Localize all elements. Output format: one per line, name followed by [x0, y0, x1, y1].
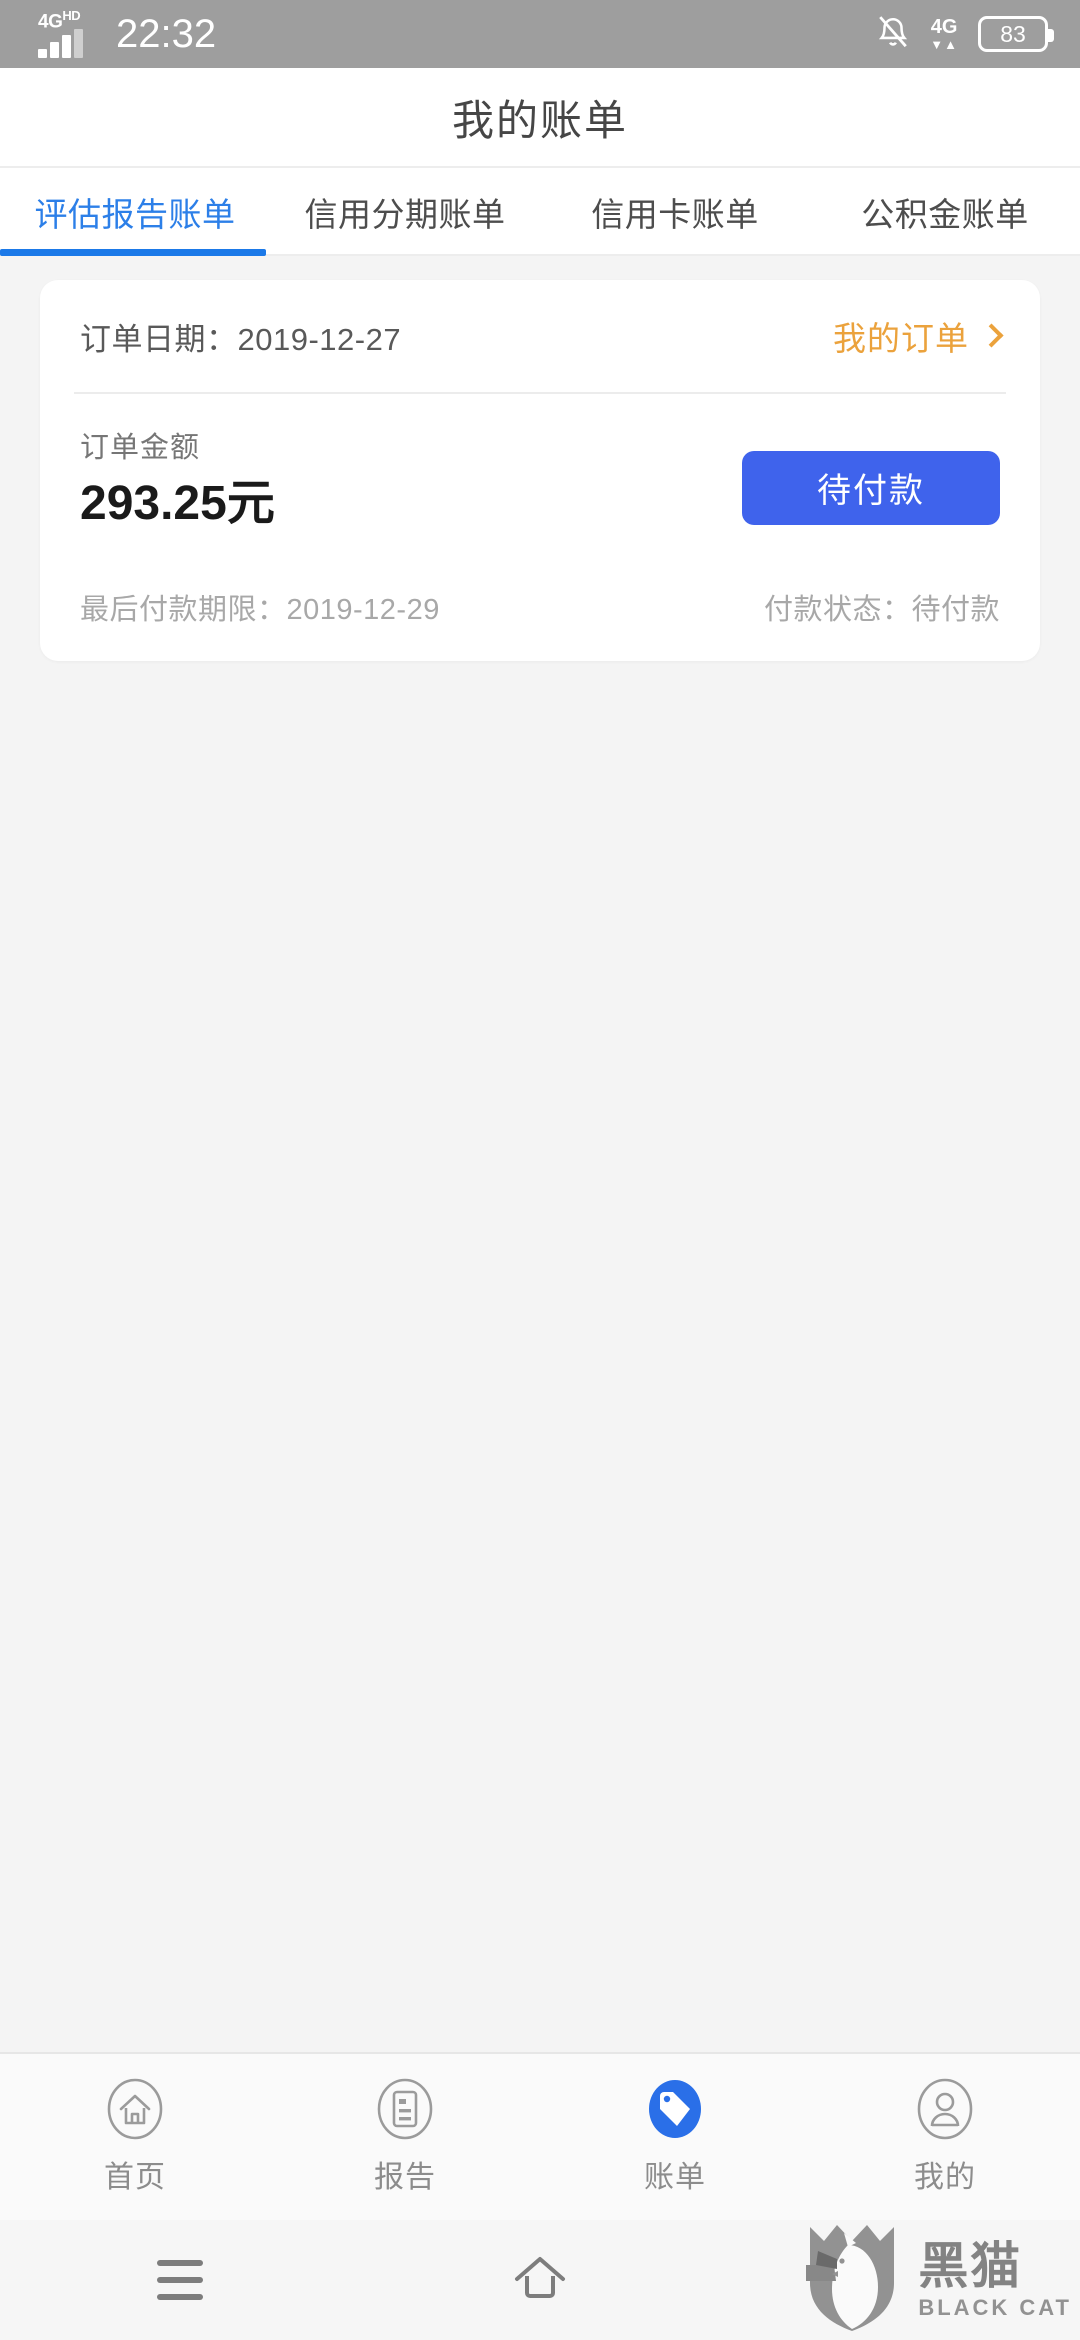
tab-credit-card-bill[interactable]: 信用卡账单 — [540, 168, 810, 256]
page-title: 我的账单 — [451, 96, 628, 144]
bottom-navigation-bar: 首页 报告 账单 我的 — [0, 2052, 1080, 2220]
nav-item-bills[interactable]: 账单 — [540, 2078, 810, 2196]
amount-value: 293.25元 — [80, 477, 275, 530]
bill-card[interactable]: 订单日期：2019-12-27 我的订单 订单金额 293.25元 待付款 最后… — [40, 280, 1040, 661]
bill-category-tabs: 评估报告账单 信用分期账单 信用卡账单 公积金账单 — [0, 168, 1080, 256]
nav-label: 首页 — [104, 2161, 166, 2194]
network-hd-label: HD — [62, 8, 81, 23]
bill-card-footer-row: 最后付款期限：2019-12-29 付款状态：待付款 — [80, 553, 1000, 661]
battery-icon: 83 — [978, 16, 1054, 52]
bell-muted-icon — [876, 13, 910, 56]
payment-status-text: 付款状态：待付款 — [763, 593, 1000, 626]
android-home-button[interactable] — [360, 2249, 720, 2312]
watermark-text: 黑猫 BLACK CAT — [918, 2241, 1072, 2319]
nav-label: 账单 — [644, 2161, 706, 2194]
status-bar-left: 4GHD 22:32 — [36, 8, 216, 60]
data-network-label: 4G — [930, 16, 958, 38]
tab-credit-installment-bill[interactable]: 信用分期账单 — [270, 168, 540, 256]
nav-label: 我的 — [914, 2161, 976, 2194]
document-icon — [374, 2078, 436, 2140]
home-outline-icon — [503, 2249, 577, 2312]
data-arrows: ▼▲ — [930, 37, 958, 52]
phone-screen: 4GHD 22:32 4G ▼▲ 83 我的账单 评估报告账单 信用分期账单 信… — [0, 0, 1080, 2340]
status-bar-right: 4G ▼▲ 83 — [876, 13, 1054, 56]
chevron-right-icon — [979, 322, 1004, 348]
tab-label: 评估报告账单 — [34, 196, 236, 233]
bill-card-header-row: 订单日期：2019-12-27 我的订单 — [80, 280, 1004, 392]
status-bar-clock: 22:32 — [116, 12, 217, 56]
nav-item-report[interactable]: 报告 — [270, 2078, 540, 2196]
nav-item-profile[interactable]: 我的 — [810, 2078, 1080, 2196]
amount-label: 订单金额 — [80, 432, 201, 464]
order-date-text: 订单日期：2019-12-27 — [80, 321, 402, 357]
status-bar: 4GHD 22:32 4G ▼▲ 83 — [0, 0, 1080, 68]
payment-deadline-text: 最后付款期限：2019-12-29 — [80, 593, 440, 626]
signal-strength-icon: 4GHD — [36, 8, 98, 60]
mobile-data-icon: 4G ▼▲ — [930, 17, 958, 51]
watermark-en-label: BLACK CAT — [918, 2294, 1072, 2320]
android-navigation-bar: 黑猫 BLACK CAT — [0, 2220, 1080, 2340]
menu-icon — [157, 2260, 203, 2300]
signal-bars — [38, 29, 83, 58]
tab-housing-fund-bill[interactable]: 公积金账单 — [810, 168, 1080, 256]
bill-card-amount-row: 订单金额 293.25元 待付款 — [80, 394, 1000, 553]
watermark-cn-label: 黑猫 — [918, 2236, 1023, 2295]
amount-block: 订单金额 293.25元 — [80, 424, 275, 531]
tab-label: 公积金账单 — [861, 196, 1029, 233]
my-orders-label: 我的订单 — [833, 320, 969, 357]
pay-status-button[interactable]: 待付款 — [742, 450, 1000, 525]
app-header: 我的账单 — [0, 68, 1080, 168]
tab-label: 信用分期账单 — [304, 196, 506, 233]
person-icon — [914, 2078, 976, 2140]
black-cat-shield-logo — [804, 2221, 908, 2338]
tab-assessment-report-bill[interactable]: 评估报告账单 — [0, 168, 270, 256]
price-tag-icon — [644, 2078, 706, 2140]
nav-label: 报告 — [374, 2161, 436, 2194]
bill-list-content: 订单日期：2019-12-27 我的订单 订单金额 293.25元 待付款 最后… — [0, 256, 1080, 2052]
nav-item-home[interactable]: 首页 — [0, 2078, 270, 2196]
tab-label: 信用卡账单 — [591, 196, 759, 233]
black-cat-watermark: 黑猫 BLACK CAT — [804, 2221, 1072, 2338]
home-icon — [104, 2078, 166, 2140]
my-orders-link[interactable]: 我的订单 — [833, 312, 1004, 360]
android-menu-button[interactable] — [0, 2260, 360, 2300]
battery-level-label: 83 — [1000, 20, 1026, 47]
